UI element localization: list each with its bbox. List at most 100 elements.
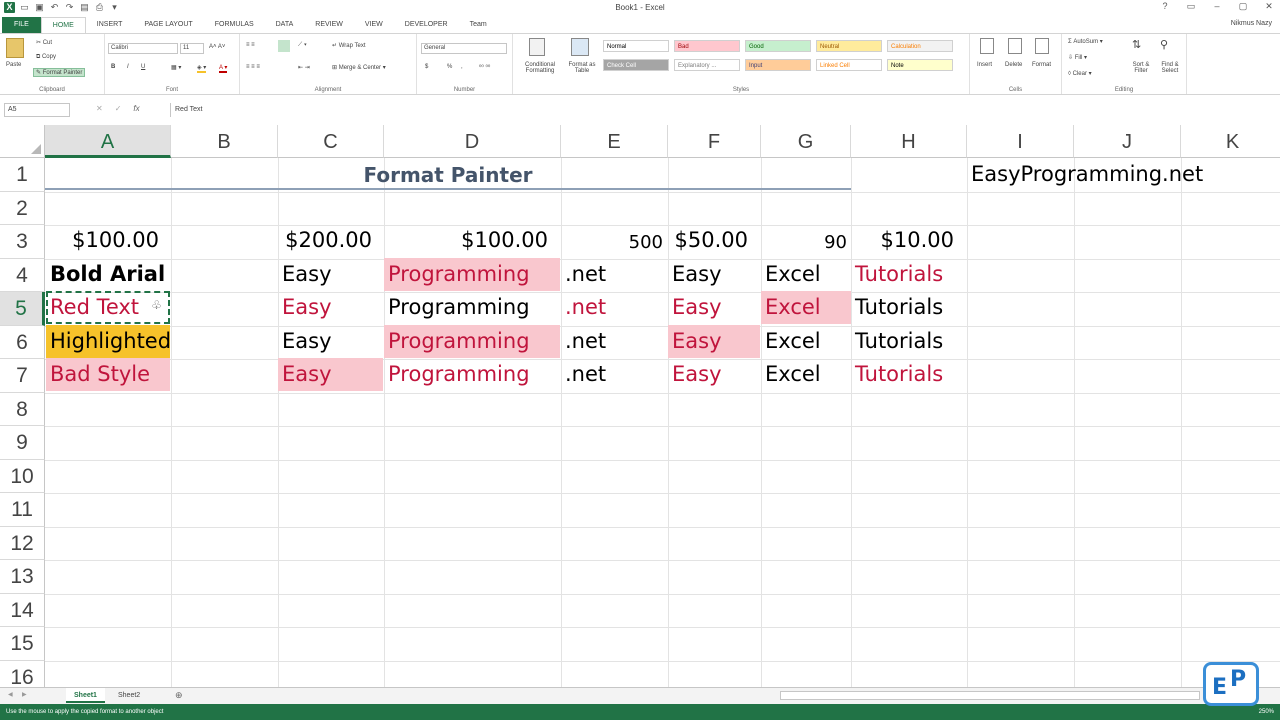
format-icon[interactable] [1035,38,1049,54]
column-header-g[interactable]: G [761,125,851,158]
close-icon[interactable]: ✕ [1262,1,1276,12]
cell-style-normal[interactable]: Normal [603,40,669,52]
orientation-icon[interactable]: ⟋ ▾ [298,42,307,49]
cut-button[interactable]: ✂ Cut [36,39,52,46]
insert-icon[interactable] [980,38,994,54]
cell-F4[interactable]: Easy [668,258,726,291]
cell-H7[interactable]: Tutorials [851,358,947,391]
insert-button[interactable]: Insert [977,62,992,68]
row-header-13[interactable]: 13 [0,560,45,594]
decimal-icon[interactable]: ⁰⁰ ⁰⁰ [479,64,490,71]
tab-home[interactable]: HOME [40,17,86,33]
sort-filter-button[interactable]: Sort & Filter [1126,62,1156,74]
maximize-icon[interactable]: ▢ [1236,1,1250,12]
horizontal-scrollbar[interactable] [780,691,1200,700]
bottom-align-icon[interactable] [278,40,290,52]
cell-D3[interactable]: $100.00 [384,224,552,257]
column-header-k[interactable]: K [1181,125,1280,158]
cell-G7[interactable]: Excel [761,358,825,391]
row-header-5[interactable]: 5 [0,292,45,326]
cell-F6[interactable]: Easy [668,325,760,358]
cell-G5[interactable]: Excel [761,291,851,324]
cell-H5[interactable]: Tutorials [851,291,947,324]
row-header-16[interactable]: 16 [0,660,45,687]
paste-button[interactable]: Paste [6,62,21,68]
tab-page-layout[interactable]: PAGE LAYOUT [133,17,203,33]
row-header-9[interactable]: 9 [0,426,45,460]
minimize-icon[interactable]: – [1210,1,1224,12]
zoom-level[interactable]: 250% [1259,704,1274,720]
cell-D4[interactable]: Programming [384,258,560,291]
italic-button[interactable]: I [127,64,129,70]
column-header-h[interactable]: H [851,125,967,158]
cell-style-explanatory[interactable]: Explanatory ... [674,59,740,71]
cell-I1[interactable]: EasyProgramming.net [967,158,1207,191]
select-all-button[interactable] [0,125,45,158]
row-header-8[interactable]: 8 [0,392,45,426]
cell-F5[interactable]: Easy [668,291,726,324]
cell-C6[interactable]: Easy [278,325,336,358]
cell-H6[interactable]: Tutorials [851,325,947,358]
column-header-j[interactable]: J [1074,125,1181,158]
tab-insert[interactable]: INSERT [86,17,134,33]
number-format-select[interactable]: General [421,43,507,54]
cell-D5[interactable]: Programming [384,291,534,324]
cell-H3[interactable]: $10.00 [852,224,958,257]
name-box[interactable]: A5 [4,103,70,117]
cell-style-check-cell[interactable]: Check Cell [603,59,669,71]
cell-A3[interactable]: $100.00 [46,224,163,257]
row-header-12[interactable]: 12 [0,526,45,560]
format-painter-button[interactable]: ✎ Format Painter [33,68,86,77]
row-header-2[interactable]: 2 [0,191,45,225]
percent-button[interactable]: % [447,64,452,70]
find-select-button[interactable]: Find & Select [1156,62,1184,74]
fill-color-icon[interactable]: ◈ ▾ [197,64,207,73]
bold-button[interactable]: B [111,64,115,70]
insert-function-button[interactable]: fx [133,104,139,113]
tab-file[interactable]: FILE [2,17,41,33]
wrap-text-button[interactable]: ↵ Wrap Text [332,42,366,49]
underline-button[interactable]: U [141,64,145,70]
binoculars-icon[interactable]: ⚲ [1160,38,1168,51]
cell-C7[interactable]: Easy [278,358,383,391]
column-header-d[interactable]: D [384,125,561,158]
cell-G3[interactable]: 90 [761,224,851,259]
user-name[interactable]: Nikmus Nazy [1231,20,1272,27]
row-header-11[interactable]: 11 [0,493,45,527]
tab-data[interactable]: DATA [265,17,305,33]
row-header-10[interactable]: 10 [0,459,45,493]
merged-title-cell[interactable]: Format Painter [45,159,851,190]
indent-icon[interactable]: ⇤ ⇥ [298,64,310,71]
cell-C5[interactable]: Easy [278,291,336,324]
tab-review[interactable]: REVIEW [304,17,354,33]
formula-input[interactable]: Red Text [170,103,1274,117]
tab-team[interactable]: Team [459,17,498,33]
cell-D6[interactable]: Programming [384,325,560,358]
cell-C3[interactable]: $200.00 [278,224,376,257]
grow-font-icon[interactable]: A˄ A˅ [209,44,225,50]
cell-C4[interactable]: Easy [278,258,336,291]
column-header-f[interactable]: F [668,125,761,158]
enter-icon[interactable]: ✓ [115,104,122,113]
cancel-icon[interactable]: ✕ [96,104,103,113]
row-header-14[interactable]: 14 [0,593,45,627]
cell-A7[interactable]: Bad Style [46,358,170,391]
cell-style-bad[interactable]: Bad [674,40,740,52]
font-size-select[interactable]: 11 [180,43,204,54]
sort-filter-icon[interactable]: ⇅ [1132,38,1141,51]
tab-view[interactable]: VIEW [354,17,394,33]
fill-button[interactable]: ⇩ Fill ▾ [1068,54,1087,61]
row-header-7[interactable]: 7 [0,359,45,393]
help-icon[interactable]: ? [1158,1,1172,12]
cell-D7[interactable]: Programming [384,358,534,391]
conditional-formatting-button[interactable]: Conditional Formatting [517,62,563,74]
tab-developer[interactable]: DEVELOPER [394,17,459,33]
row-header-3[interactable]: 3 [0,225,45,259]
delete-button[interactable]: Delete [1005,62,1022,68]
column-header-i[interactable]: I [967,125,1074,158]
cell-style-calculation[interactable]: Calculation [887,40,953,52]
paste-icon[interactable] [6,38,24,58]
cell-A5[interactable]: Red Text ♧ [46,291,170,324]
cell-E7[interactable]: .net [561,358,610,391]
column-header-b[interactable]: B [171,125,278,158]
